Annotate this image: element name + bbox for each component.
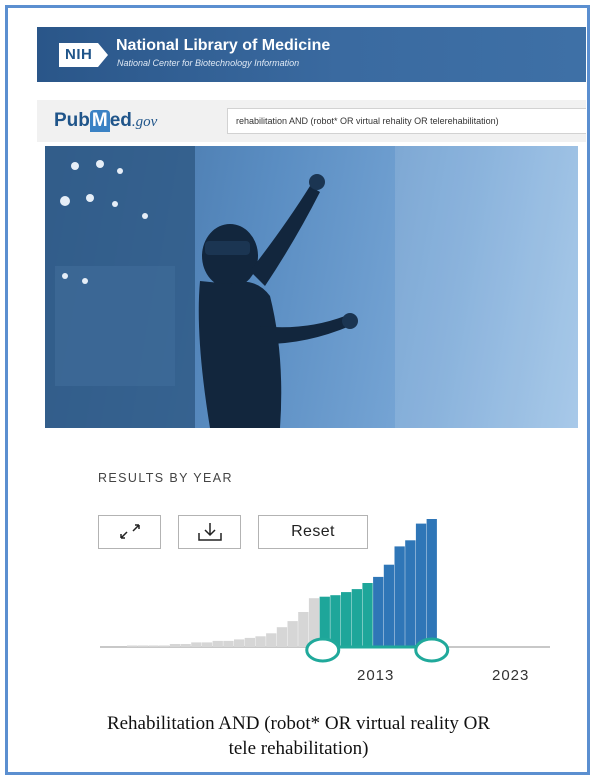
histogram-bar[interactable] <box>255 636 266 647</box>
histogram-bar-selected[interactable] <box>351 589 362 647</box>
histogram-bar[interactable] <box>266 633 277 647</box>
histogram-bar[interactable] <box>223 640 234 647</box>
histogram-bar[interactable] <box>127 645 138 648</box>
histogram-bar[interactable] <box>298 612 309 647</box>
histogram-bar[interactable] <box>191 642 202 647</box>
histogram-bar[interactable] <box>148 645 159 648</box>
histogram-bar[interactable] <box>159 645 170 648</box>
range-end-year: 2023 <box>492 667 530 684</box>
histogram-bar-selected[interactable] <box>362 583 373 647</box>
histogram-bar[interactable] <box>287 621 298 647</box>
range-start-year: 2013 <box>357 667 395 684</box>
histogram-bar-selected[interactable] <box>341 592 352 647</box>
results-histogram[interactable] <box>0 0 597 782</box>
caption-line-2: tele rehabilitation) <box>228 738 369 759</box>
histogram-bar[interactable] <box>180 644 191 647</box>
histogram-bar-selected[interactable] <box>405 540 416 647</box>
range-end-handle[interactable] <box>414 637 450 663</box>
histogram-bar[interactable] <box>212 640 223 647</box>
figure-caption: Rehabilitation AND (robot* OR virtual re… <box>40 711 557 761</box>
histogram-bar-selected[interactable] <box>415 523 427 647</box>
histogram-bar[interactable] <box>234 639 245 647</box>
histogram-bar-selected[interactable] <box>373 576 384 647</box>
histogram-bar[interactable] <box>201 642 213 647</box>
histogram-bar[interactable] <box>244 637 255 647</box>
histogram-bar[interactable] <box>169 644 181 647</box>
histogram-bar-selected[interactable] <box>426 519 437 647</box>
histogram-bar[interactable] <box>276 627 288 647</box>
histogram-bar[interactable] <box>137 645 148 648</box>
histogram-bar-selected[interactable] <box>394 546 405 647</box>
histogram-bar-selected[interactable] <box>330 595 341 647</box>
histogram-bar-selected[interactable] <box>383 564 395 647</box>
range-start-handle[interactable] <box>305 637 341 663</box>
caption-line-1: Rehabilitation AND (robot* OR virtual re… <box>106 713 491 734</box>
